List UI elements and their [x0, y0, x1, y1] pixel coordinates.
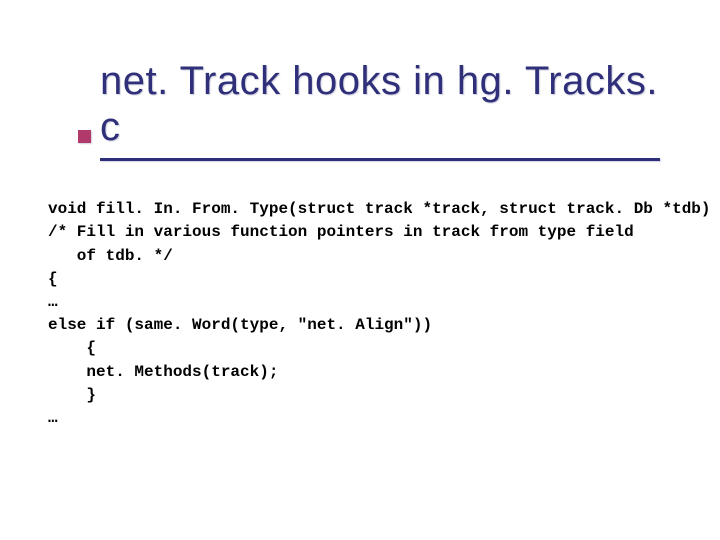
title-container: net. Track hooks in hg. Tracks. c — [100, 58, 680, 161]
slide: net. Track hooks in hg. Tracks. c void f… — [0, 0, 720, 540]
code-line: … — [48, 409, 58, 427]
code-line: net. Methods(track); — [48, 363, 278, 381]
code-line: { — [48, 270, 58, 288]
code-line: else if (same. Word(type, "net. Align")) — [48, 316, 432, 334]
code-line: { — [48, 339, 96, 357]
title-underline — [100, 158, 660, 161]
code-line: of tdb. */ — [48, 247, 173, 265]
code-line: } — [48, 386, 96, 404]
slide-title: net. Track hooks in hg. Tracks. c — [100, 58, 680, 150]
code-line: void fill. In. From. Type(struct track *… — [48, 200, 711, 218]
code-line: /* Fill in various function pointers in … — [48, 223, 634, 241]
code-block: void fill. In. From. Type(struct track *… — [48, 175, 700, 453]
code-line: … — [48, 293, 58, 311]
bullet-marker-icon — [78, 130, 91, 143]
